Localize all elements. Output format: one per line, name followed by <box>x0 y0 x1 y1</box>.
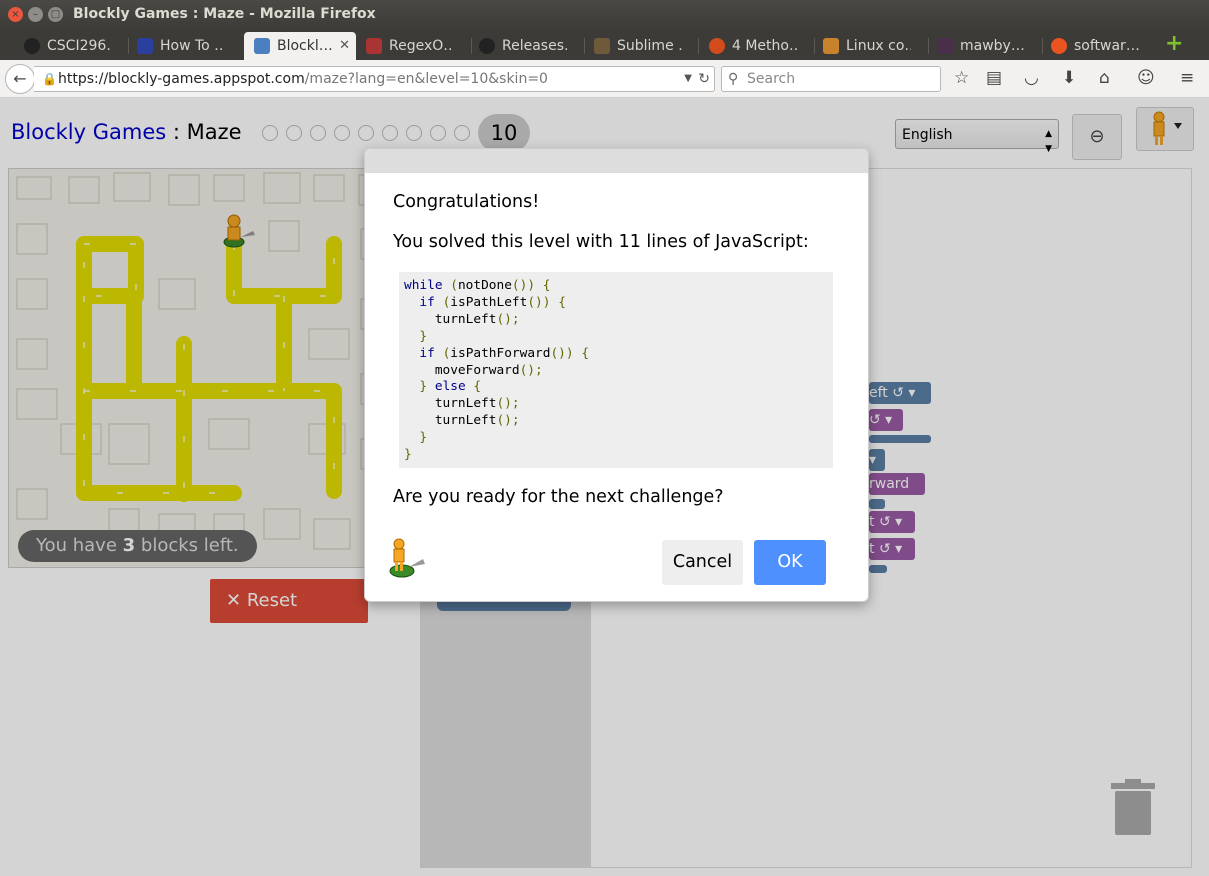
code-line: turnLeft(); <box>404 396 520 412</box>
tab-software[interactable]: softwar… <box>1027 32 1139 60</box>
code-line: } <box>419 430 428 446</box>
chat-icon[interactable]: ☺ <box>1137 68 1155 88</box>
tab-label: CSCI296… <box>47 38 112 54</box>
window-title: Blockly Games : Maze - Mozilla Firefox <box>73 6 376 22</box>
chevron-down-icon[interactable]: ▼ <box>684 67 692 91</box>
menu-icon[interactable]: ≡ <box>1180 68 1194 88</box>
tab-label: RegexO… <box>389 38 454 54</box>
cancel-button[interactable]: Cancel <box>662 540 743 585</box>
tab-blockly[interactable]: Blockl… ✕ <box>244 32 356 60</box>
reading-list-icon[interactable]: ▤ <box>986 68 1002 88</box>
tab-how-to[interactable]: How To … <box>113 32 225 60</box>
tab-sublime[interactable]: Sublime … <box>570 32 682 60</box>
new-tab-icon[interactable]: + <box>1165 33 1183 55</box>
pocket-icon[interactable]: ◡ <box>1024 68 1039 88</box>
download-icon[interactable]: ⬇ <box>1062 68 1076 88</box>
site-icon <box>137 38 153 54</box>
code-line: while (notDone()) { <box>404 278 551 293</box>
tab-label: Releases… <box>502 38 567 54</box>
code-line: } <box>404 447 412 463</box>
pegman-icon <box>389 538 425 578</box>
dialog-ready-text: Are you ready for the next challenge? <box>393 487 724 507</box>
code-line: turnLeft(); <box>404 311 520 327</box>
code-line: turnLeft(); <box>404 413 520 429</box>
window-maximize-button[interactable]: □ <box>48 7 63 22</box>
tab-mawby[interactable]: mawby… <box>913 32 1025 60</box>
ok-button[interactable]: OK <box>754 540 826 585</box>
tab-label: How To … <box>160 38 225 54</box>
tab-csci296[interactable]: CSCI296… <box>0 32 112 60</box>
dialog-solved-text: You solved this level with 11 lines of J… <box>393 232 809 252</box>
code-line: } <box>419 328 428 344</box>
tab-label: Blockl… <box>277 38 333 54</box>
code-block: while (notDone()) { if (isPathLeft()) { … <box>399 272 833 468</box>
navigation-bar: ← 🔒 https://blockly-games.appspot.com/ma… <box>0 60 1209 98</box>
url-bar[interactable]: 🔒 https://blockly-games.appspot.com/maze… <box>34 66 715 92</box>
search-icon: ⚲ <box>728 71 739 87</box>
hash-icon <box>937 38 953 54</box>
url-path: /maze?lang=en&level=10&skin=0 <box>304 71 548 87</box>
url-host: https://blockly-games.appspot.com <box>58 71 305 87</box>
search-input[interactable]: ⚲ Search <box>721 66 941 92</box>
tab-label: 4 Metho… <box>732 38 797 54</box>
github-icon <box>479 38 495 54</box>
tab-label: mawby… <box>960 38 1025 54</box>
reload-icon[interactable]: ↻ <box>698 67 710 91</box>
askubuntu-icon <box>1051 38 1067 54</box>
regex-icon <box>366 38 382 54</box>
code-line: } else { <box>419 379 482 395</box>
home-icon[interactable]: ⌂ <box>1099 68 1110 88</box>
bookmark-star-icon[interactable]: ☆ <box>954 68 969 88</box>
window-minimize-button[interactable]: – <box>28 7 43 22</box>
code-line: if (isPathForward()) { <box>419 345 590 361</box>
back-button[interactable]: ← <box>5 64 35 94</box>
search-placeholder: Search <box>747 71 796 87</box>
tab-label: softwar… <box>1074 38 1139 54</box>
window-close-button[interactable]: × <box>8 7 23 22</box>
lock-icon: 🔒 <box>42 72 57 86</box>
code-line: if (isPathLeft()) { <box>419 294 566 310</box>
tab-releases[interactable]: Releases… <box>455 32 567 60</box>
tab-label: Sublime … <box>617 38 682 54</box>
github-icon <box>24 38 40 54</box>
dialog-titlebar[interactable] <box>365 149 868 173</box>
page-content: Blockly Games : Maze 10 English ▲ ▼ ⊖ Yo… <box>0 98 1209 876</box>
stack-icon <box>823 38 839 54</box>
ubuntu-icon <box>709 38 725 54</box>
sublime-icon <box>594 38 610 54</box>
tab-linux[interactable]: Linux co… <box>799 32 911 60</box>
tab-regex[interactable]: RegexO… <box>342 32 454 60</box>
tab-bar: CSCI296… How To … Blockl… ✕ RegexO… Rele… <box>0 30 1209 60</box>
tab-label: Linux co… <box>846 38 911 54</box>
congratulations-dialog: Congratulations! You solved this level w… <box>364 148 869 602</box>
dialog-congrats-text: Congratulations! <box>393 192 540 212</box>
window-titlebar: × – □ Blockly Games : Maze - Mozilla Fir… <box>0 0 1209 30</box>
puzzle-icon <box>254 38 270 54</box>
tab-4-methods[interactable]: 4 Metho… <box>685 32 797 60</box>
code-line: moveForward(); <box>404 362 543 378</box>
